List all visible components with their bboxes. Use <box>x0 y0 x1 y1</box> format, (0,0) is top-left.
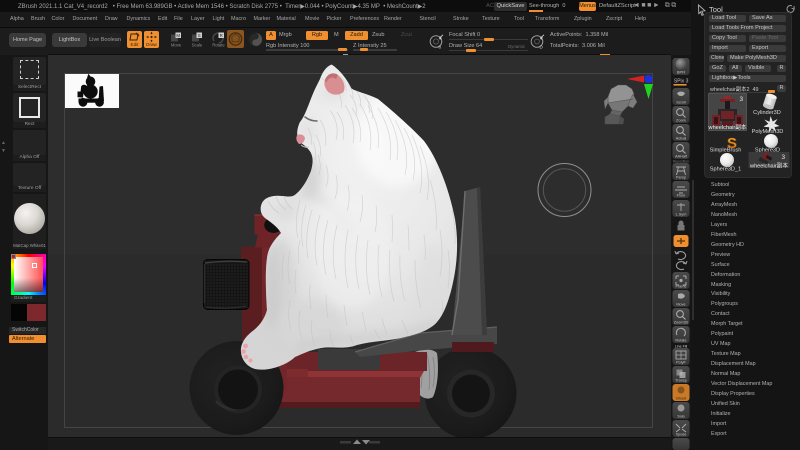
svg-text:PolyMesh3D: PolyMesh3D <box>752 129 784 135</box>
svg-text:3: 3 <box>781 154 785 161</box>
svg-text:PolyF: PolyF <box>676 361 686 365</box>
svg-text:Scroll: Scroll <box>676 101 686 105</box>
svg-text:wheelchair副本: wheelchair副本 <box>749 162 788 170</box>
svg-text:D: D <box>540 45 544 50</box>
svg-text:Frame: Frame <box>676 285 687 289</box>
svg-text:SPix: SPix <box>674 79 685 85</box>
svg-text:8: 8 <box>439 45 442 50</box>
svg-text:Cylinder3D: Cylinder3D <box>753 110 781 116</box>
svg-text:Solo: Solo <box>677 415 685 419</box>
svg-text:Move: Move <box>171 43 182 48</box>
svg-text:R: R <box>220 33 223 38</box>
svg-text:SimpleBrush: SimpleBrush <box>710 148 742 154</box>
svg-text:Zoom3D: Zoom3D <box>674 321 689 325</box>
svg-text:Transp: Transp <box>675 379 687 383</box>
svg-text:Floor: Floor <box>677 194 686 198</box>
svg-text:wheelchair副本: wheelchair副本 <box>708 123 747 131</box>
svg-text:Ghost: Ghost <box>676 397 687 401</box>
svg-text:Zoom: Zoom <box>676 119 686 123</box>
svg-text:Reposition: Reposition <box>673 160 689 164</box>
svg-text:Rotate: Rotate <box>675 339 686 343</box>
svg-text:S: S <box>198 33 201 38</box>
svg-text:Draw: Draw <box>146 42 157 47</box>
svg-text:Persp: Persp <box>676 176 686 180</box>
svg-text:AAHalf: AAHalf <box>675 155 688 159</box>
svg-text:L.Sym: L.Sym <box>676 213 687 217</box>
svg-text:3: 3 <box>739 96 743 103</box>
svg-text:3: 3 <box>686 79 689 85</box>
svg-text:BPR: BPR <box>677 70 685 75</box>
svg-text:Actual: Actual <box>676 137 687 141</box>
svg-text:Line Fill: Line Fill <box>675 345 688 349</box>
svg-text:Sphere3D_1: Sphere3D_1 <box>710 167 741 173</box>
svg-text:Rotate: Rotate <box>212 43 225 48</box>
svg-text:Move: Move <box>676 303 685 307</box>
svg-text:Edit: Edit <box>131 42 140 47</box>
svg-text:Xpose: Xpose <box>676 433 687 437</box>
svg-text:Scale: Scale <box>192 43 203 48</box>
svg-text:M: M <box>176 33 180 38</box>
